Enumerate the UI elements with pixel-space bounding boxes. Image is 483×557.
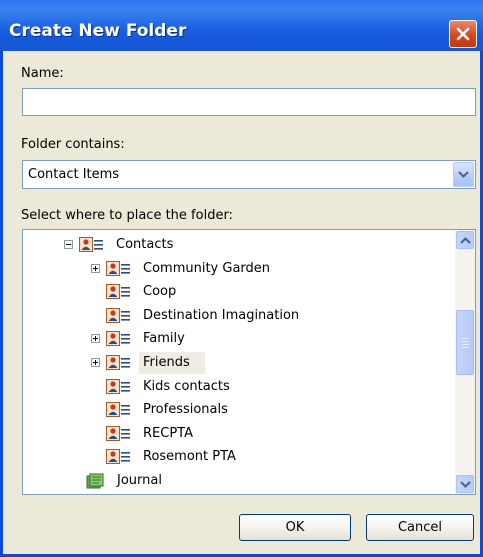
contact-folder-icon: [106, 307, 130, 323]
scroll-down-button[interactable]: [456, 475, 474, 493]
contact-folder-icon: [106, 449, 130, 465]
contact-folder-icon: [106, 331, 130, 347]
tree-item[interactable]: Professionals: [23, 399, 453, 421]
tree-item[interactable]: Family: [23, 328, 453, 350]
expand-icon[interactable]: [91, 358, 100, 367]
create-new-folder-dialog: Create New Folder Name: Folder contains:…: [0, 0, 483, 557]
tree-item[interactable]: Destination Imagination: [23, 305, 453, 327]
collapse-icon[interactable]: [64, 240, 73, 249]
dialog-title: Create New Folder: [9, 21, 187, 41]
folder-tree[interactable]: Contacts Community Garden Coop Destination …: [22, 229, 476, 495]
folder-contains-value: Contact Items: [28, 167, 120, 182]
tree-item-label: Kids contacts: [143, 378, 230, 394]
tree-item[interactable]: Journal: [23, 470, 453, 492]
contact-folder-icon: [106, 402, 130, 418]
tree-item-label: Professionals: [143, 402, 228, 418]
contact-folder-icon: [106, 260, 130, 276]
contact-folder-icon: [106, 378, 130, 394]
scroll-up-button[interactable]: [456, 231, 474, 249]
contact-folder-icon: [106, 284, 130, 300]
tree-item[interactable]: Coop: [23, 281, 453, 303]
tree-item-label: Destination Imagination: [143, 307, 300, 323]
tree-item-label: RECPTA: [143, 425, 193, 441]
close-icon: [456, 27, 470, 41]
journal-folder-icon: [86, 473, 104, 489]
vertical-scrollbar[interactable]: [455, 230, 475, 494]
close-button[interactable]: [449, 20, 477, 48]
name-input[interactable]: [22, 88, 476, 116]
cancel-button[interactable]: Cancel: [366, 514, 474, 541]
select-location-label: Select where to place the folder:: [21, 208, 233, 223]
tree-item-label: Coop: [143, 284, 177, 300]
contact-folder-icon: [106, 355, 130, 370]
dropdown-button[interactable]: [453, 162, 474, 187]
ok-button[interactable]: OK: [239, 514, 351, 541]
tree-item[interactable]: RECPTA: [23, 423, 453, 445]
title-bar[interactable]: Create New Folder: [0, 0, 483, 51]
contact-folder-icon: [106, 425, 130, 441]
name-label: Name:: [21, 66, 64, 81]
contact-folder-icon: [79, 237, 103, 252]
folder-contains-dropdown[interactable]: Contact Items: [22, 160, 476, 189]
tree-item-label: Rosemont PTA: [143, 449, 236, 465]
tree-item[interactable]: Friends: [23, 352, 453, 374]
expand-icon[interactable]: [91, 263, 100, 273]
tree-item-label: Community Garden: [143, 260, 271, 276]
scroll-thumb[interactable]: [456, 310, 474, 375]
tree-item-label: Friends: [143, 355, 190, 370]
tree-item-label: Family: [143, 331, 185, 347]
chevron-up-icon: [460, 237, 471, 244]
tree-item-label: Contacts: [116, 237, 174, 252]
tree-item[interactable]: Rosemont PTA: [23, 446, 453, 468]
tree-item[interactable]: Community Garden: [23, 258, 453, 280]
folder-contains-label: Folder contains:: [21, 137, 125, 152]
tree-item-label: Journal: [117, 473, 162, 488]
tree-item[interactable]: Kids contacts: [23, 376, 453, 398]
chevron-down-icon: [458, 171, 469, 178]
chevron-down-icon: [460, 481, 471, 488]
tree-item[interactable]: Contacts: [23, 234, 453, 256]
expand-icon[interactable]: [91, 334, 100, 344]
